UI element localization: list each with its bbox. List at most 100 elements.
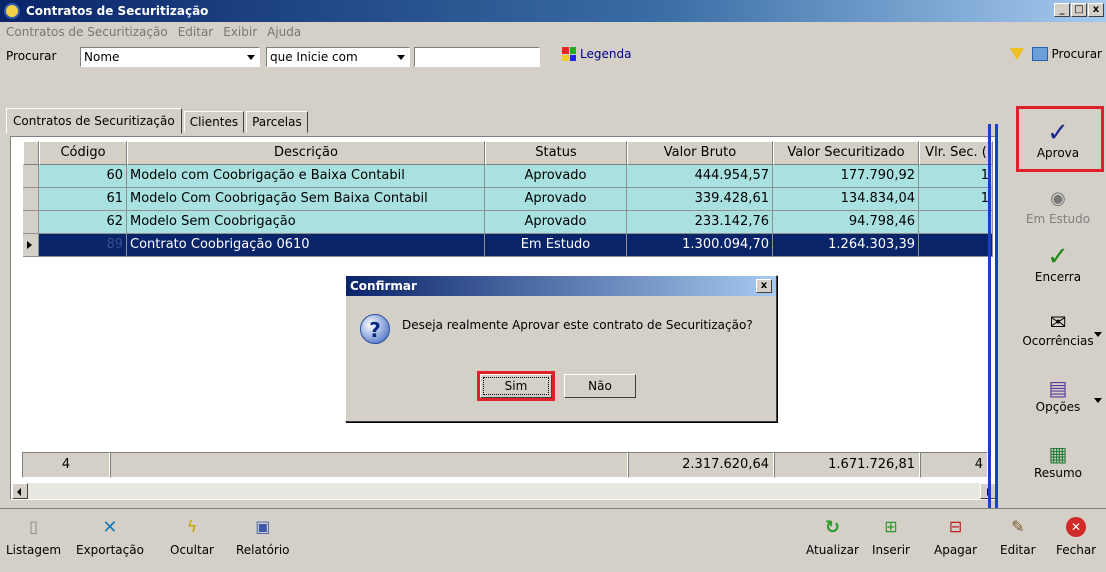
col-descricao[interactable]: Descrição: [127, 141, 485, 165]
cell-vlr-sec: 1: [919, 188, 993, 211]
tab-contratos[interactable]: Contratos de Securitização: [6, 108, 182, 134]
totals-row: 4 2.317.620,64 1.671.726,81 4: [22, 452, 988, 478]
col-codigo[interactable]: Código: [39, 141, 127, 165]
inserir-label: Inserir: [872, 543, 910, 557]
nao-button[interactable]: Não: [564, 374, 636, 398]
chevron-down-icon[interactable]: [1094, 398, 1102, 403]
apagar-button[interactable]: ⊟ Apagar: [934, 517, 977, 557]
cell-descricao: Modelo com Coobrigação e Baixa Contabil: [127, 165, 485, 188]
cell-status: Aprovado: [485, 211, 627, 234]
search-bar: Procurar Nome que Inicie com Legenda Pro…: [0, 44, 1106, 70]
menu-ajuda[interactable]: Ajuda: [267, 25, 301, 39]
edit-icon: ✎: [1011, 517, 1025, 536]
fechar-button[interactable]: ✕ Fechar: [1056, 517, 1096, 557]
menu-contratos[interactable]: Contratos de Securitização: [6, 25, 168, 39]
panel-frame: [988, 124, 998, 508]
dialog-message: Deseja realmente Aprovar este contrato d…: [402, 318, 753, 332]
chevron-down-icon: [247, 55, 255, 60]
cell-status: Aprovado: [485, 188, 627, 211]
ocultar-button[interactable]: ϟ Ocultar: [170, 517, 214, 557]
em-estudo-label: Em Estudo: [1025, 212, 1091, 226]
cell-status: Em Estudo: [485, 234, 627, 257]
cell-vlr-sec: [919, 211, 993, 234]
search-input[interactable]: [414, 47, 540, 67]
scroll-left-button[interactable]: [12, 483, 28, 499]
checkmark-icon: ✓: [1047, 118, 1069, 148]
dialog-title: Confirmar: [350, 279, 417, 293]
ocorrencias-button[interactable]: ✉ Ocorrências: [1010, 310, 1106, 348]
encerra-button[interactable]: ✓ Encerra: [1010, 242, 1106, 284]
chevron-down-icon: [397, 55, 405, 60]
col-status[interactable]: Status: [485, 141, 627, 165]
exportacao-button[interactable]: ✕ Exportação: [76, 517, 144, 557]
horizontal-scrollbar[interactable]: [12, 482, 996, 499]
search-field-select[interactable]: Nome: [80, 47, 260, 67]
confirm-dialog: Confirmar x ? Deseja realmente Aprovar e…: [345, 275, 777, 422]
cell-vlr-sec: 1: [919, 165, 993, 188]
chevron-down-icon[interactable]: [1094, 332, 1102, 337]
atualizar-button[interactable]: ↻ Atualizar: [806, 517, 859, 557]
col-vlr-sec[interactable]: Vlr. Sec. (: [919, 141, 993, 165]
eye-icon: ◉: [1050, 188, 1066, 209]
total-count: 4: [22, 452, 110, 478]
inserir-button[interactable]: ⊞ Inserir: [872, 517, 910, 557]
row-header[interactable]: [23, 165, 39, 188]
cell-descricao: Modelo Com Coobrigação Sem Baixa Contabi…: [127, 188, 485, 211]
cell-valor-securitizado: 177.790,92: [773, 165, 919, 188]
col-valor-securitizado[interactable]: Valor Securitizado: [773, 141, 919, 165]
tab-clientes[interactable]: Clientes: [183, 111, 245, 133]
arrow-left-icon: [17, 488, 21, 496]
close-button[interactable]: x: [1088, 3, 1104, 17]
tab-strip: Contratos de Securitização Clientes Parc…: [6, 108, 310, 134]
row-header[interactable]: [23, 188, 39, 211]
total-valor-securitizado: 1.671.726,81: [774, 452, 920, 478]
table-row[interactable]: 62 Modelo Sem Coobrigação Aprovado 233.1…: [23, 211, 993, 234]
cell-codigo: 60: [39, 165, 127, 188]
cell-descricao: Modelo Sem Coobrigação: [127, 211, 485, 234]
row-header[interactable]: [23, 211, 39, 234]
exportacao-label: Exportação: [76, 543, 144, 557]
menu-bar: Contratos de Securitização Editar Exibir…: [0, 22, 1106, 42]
cell-valor-bruto: 1.300.094,70: [627, 234, 773, 257]
row-header-current[interactable]: [23, 234, 39, 257]
search-icon: [1031, 47, 1048, 61]
cell-descricao: Contrato Coobrigação 0610: [127, 234, 485, 257]
col-valor-bruto[interactable]: Valor Bruto: [627, 141, 773, 165]
grid-header: Código Descrição Status Valor Bruto Valo…: [23, 141, 993, 165]
procurar-button[interactable]: Procurar: [1031, 47, 1102, 61]
checkmark-icon: ✓: [1047, 242, 1069, 272]
table-row-selected[interactable]: 89 Contrato Coobrigação 0610 Em Estudo 1…: [23, 234, 993, 257]
question-icon: ?: [360, 314, 390, 344]
search-mode-select[interactable]: que Inicie com: [266, 47, 410, 67]
relatorio-label: Relatório: [236, 543, 290, 557]
fechar-label: Fechar: [1056, 543, 1097, 557]
editar-button[interactable]: ✎ Editar: [1000, 517, 1036, 557]
em-estudo-button[interactable]: ◉ Em Estudo: [1010, 188, 1106, 226]
cell-codigo: 61: [39, 188, 127, 211]
menu-editar[interactable]: Editar: [178, 25, 214, 39]
menu-exibir[interactable]: Exibir: [223, 25, 257, 39]
minimize-button[interactable]: _: [1054, 3, 1070, 17]
table-row[interactable]: 61 Modelo Com Coobrigação Sem Baixa Cont…: [23, 188, 993, 211]
report-icon: ▣: [255, 517, 271, 536]
cell-valor-securitizado: 1.264.303,39: [773, 234, 919, 257]
legenda-button[interactable]: Legenda: [562, 47, 631, 61]
filter-icon[interactable]: [1009, 48, 1024, 60]
dialog-close-button[interactable]: x: [756, 279, 772, 293]
tab-parcelas[interactable]: Parcelas: [246, 111, 308, 133]
resumo-button[interactable]: ▦ Resumo: [1010, 442, 1106, 480]
bottom-toolbar: ▯ Listagem ✕ Exportação ϟ Ocultar ▣ Rela…: [0, 508, 1106, 572]
relatorio-button[interactable]: ▣ Relatório: [236, 517, 290, 557]
cell-vlr-sec: [919, 234, 993, 257]
summary-icon: ▦: [1048, 442, 1068, 466]
table-row[interactable]: 60 Modelo com Coobrigação e Baixa Contab…: [23, 165, 993, 188]
search-mode-value: que Inicie com: [270, 50, 358, 64]
listagem-button[interactable]: ▯ Listagem: [6, 517, 61, 557]
sim-button[interactable]: Sim: [480, 374, 552, 398]
maximize-button[interactable]: □: [1071, 3, 1087, 17]
grid-rows: 60 Modelo com Coobrigação e Baixa Contab…: [23, 165, 993, 257]
aprova-button[interactable]: ✓ Aprova: [1010, 118, 1106, 160]
opcoes-button[interactable]: ▤ Opções: [1010, 376, 1106, 414]
app-icon: [4, 3, 20, 19]
cell-valor-securitizado: 94.798,46: [773, 211, 919, 234]
